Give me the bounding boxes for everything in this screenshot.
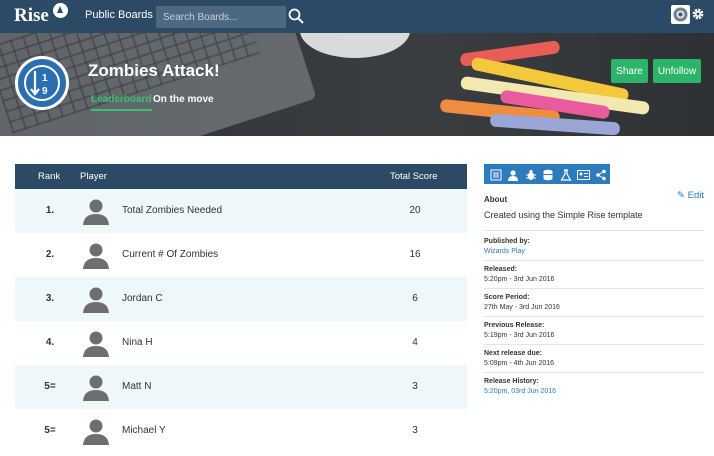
score-cell: 3 (412, 425, 418, 436)
table-row[interactable]: 4. Nina H 4 (15, 321, 467, 365)
divider (484, 230, 704, 231)
rise-logo-mark-icon (53, 3, 68, 18)
player-avatar-icon (83, 419, 109, 445)
table-header: Rank Player Total Score (15, 164, 467, 189)
player-column-header: Player (80, 171, 107, 182)
flask-icon[interactable] (560, 168, 572, 181)
score-cell: 3 (412, 381, 418, 392)
edit-label: Edit (687, 190, 704, 201)
score-period-value: 27th May - 3rd Jun 2016 (484, 304, 560, 311)
player-name[interactable]: Michael Y (122, 425, 166, 436)
rank-cell: 5= (44, 381, 56, 392)
rank-cell: 1. (45, 205, 55, 216)
player-avatar-icon (83, 287, 109, 313)
board-banner: 1 9 Zombies Attack! Leaderboard On the m… (0, 33, 714, 136)
published-by-label: Published by: (484, 238, 530, 245)
tab-on-the-move[interactable]: On the move (153, 94, 214, 105)
score-period-label: Score Period: (484, 294, 530, 301)
share-button[interactable]: Share (611, 59, 648, 83)
rank-column-header: Rank (38, 171, 61, 182)
gear-icon[interactable] (691, 7, 705, 21)
list-icon[interactable] (490, 168, 502, 181)
avatar-icon (673, 7, 688, 22)
table-row[interactable]: 2. Current # Of Zombies 16 (15, 233, 467, 277)
table-row[interactable]: 1. Total Zombies Needed 20 (15, 189, 467, 233)
search-input[interactable] (156, 6, 286, 28)
board-rank-icon: 1 9 (15, 56, 69, 110)
divider (484, 372, 704, 373)
about-text: Created using the Simple Rise template (484, 210, 643, 220)
board-action-icon-bar (484, 164, 610, 184)
svg-text:1: 1 (42, 73, 48, 84)
previous-release-label: Previous Release: (484, 322, 545, 329)
player-avatar-icon (83, 331, 109, 357)
id-card-icon[interactable] (577, 168, 590, 180)
leaderboard-table: Rank Player Total Score 1. Total Zombies… (15, 164, 467, 453)
score-column-header: Total Score (390, 171, 438, 182)
player-name[interactable]: Matt N (122, 381, 151, 392)
player-avatar-icon (83, 375, 109, 401)
rank-cell: 4. (45, 337, 55, 348)
rank-1-9-icon: 1 9 (30, 71, 48, 97)
release-history-label: Release History: (484, 378, 539, 385)
nav-public-boards[interactable]: Public Boards (85, 9, 153, 21)
user-avatar[interactable] (671, 5, 690, 24)
divider (484, 260, 704, 261)
released-value: 5:20pm - 3rd Jun 2016 (484, 276, 555, 283)
tab-leaderboard[interactable]: Leaderboard (91, 94, 152, 111)
rank-cell: 2. (45, 249, 55, 260)
score-cell: 6 (412, 293, 418, 304)
player-name[interactable]: Nina H (122, 337, 153, 348)
pencil-icon: ✎ (677, 190, 685, 201)
player-name[interactable]: Jordan C (122, 293, 163, 304)
rank-cell: 3. (45, 293, 55, 304)
banner-cup-image (300, 33, 410, 58)
svg-text:9: 9 (42, 86, 48, 97)
share-icon[interactable] (595, 168, 607, 181)
divider (484, 316, 704, 317)
board-title: Zombies Attack! (88, 61, 220, 80)
player-avatar-icon (83, 199, 109, 225)
score-cell: 16 (409, 249, 421, 260)
published-by-link[interactable]: Wizards Play (484, 248, 525, 255)
search-icon[interactable] (288, 8, 304, 24)
bug-icon[interactable] (525, 168, 537, 180)
rise-logo[interactable]: Rise (14, 5, 49, 27)
release-history-link[interactable]: 5:20pm, 03rd Jun 2016 (484, 388, 556, 395)
table-row[interactable]: 5= Michael Y 3 (15, 409, 467, 453)
divider (484, 344, 704, 345)
user-icon[interactable] (507, 168, 519, 181)
player-name[interactable]: Current # Of Zombies (122, 249, 218, 260)
database-icon[interactable] (542, 168, 554, 181)
rank-cell: 5= (44, 425, 56, 436)
released-label: Released: (484, 266, 518, 273)
previous-release-value: 5:19pm - 3rd Jun 2016 (484, 332, 555, 339)
next-release-label: Next release due: (484, 350, 542, 357)
player-name[interactable]: Total Zombies Needed (122, 205, 222, 216)
unfollow-button[interactable]: Unfollow (653, 59, 701, 83)
table-row[interactable]: 5= Matt N 3 (15, 365, 467, 409)
table-row[interactable]: 3. Jordan C 6 (15, 277, 467, 321)
divider (484, 288, 704, 289)
player-avatar-icon (83, 243, 109, 269)
score-cell: 4 (412, 337, 418, 348)
score-cell: 20 (409, 205, 421, 216)
about-heading: About (484, 195, 508, 204)
edit-link[interactable]: ✎ Edit (677, 190, 704, 201)
next-release-value: 5:09pm - 4th Jun 2016 (484, 360, 555, 367)
top-navbar: Rise Public Boards (0, 0, 714, 33)
